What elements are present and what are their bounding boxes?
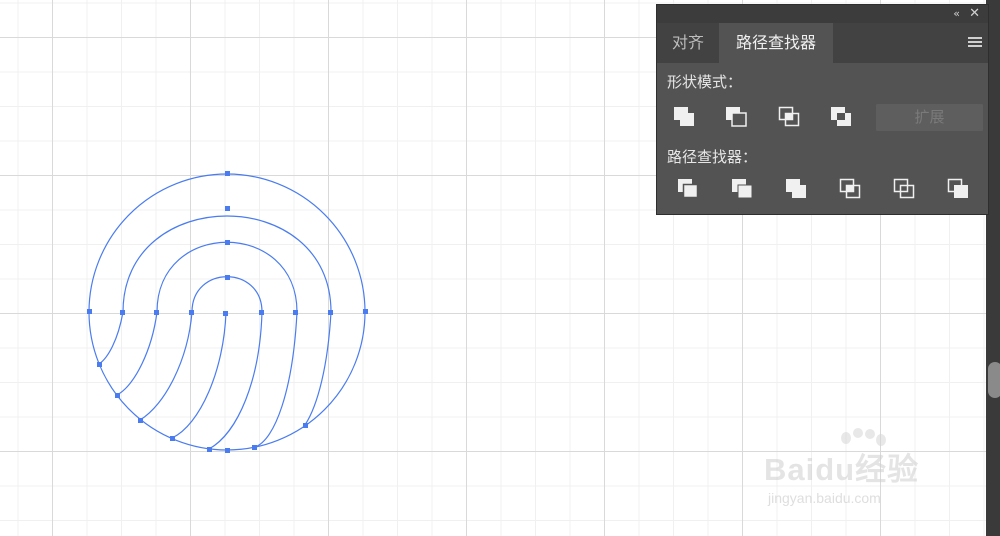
watermark-brand: Baidu经验 [764,452,920,487]
expand-button[interactable]: 扩展 [876,104,983,131]
shape-modes-label: 形状模式： [667,73,743,91]
panel-tab-bar: 对齐 路径查找器 [657,23,988,63]
close-panel-button[interactable]: ✕ [969,6,980,22]
merge-icon[interactable] [784,177,810,201]
panel-title-bar[interactable]: ‹‹ ✕ [657,5,988,23]
scroll-thumb[interactable] [988,362,1000,398]
divide-icon[interactable] [676,177,702,201]
pathfinder-panel: ‹‹ ✕ 对齐 路径查找器 形状模式： 扩展 路径查找器： [656,4,989,215]
minus-back-icon[interactable] [946,177,972,201]
unite-icon[interactable] [672,105,698,129]
outline-icon[interactable] [892,177,918,201]
tab-align[interactable]: 对齐 [657,23,719,63]
collapse-panel-button[interactable]: ‹‹ [953,6,960,22]
hamburger-menu-icon[interactable] [968,37,982,49]
trim-icon[interactable] [730,177,756,201]
exclude-icon[interactable] [829,105,855,129]
tab-pathfinder[interactable]: 路径查找器 [719,23,833,63]
minus-front-icon[interactable] [724,105,750,129]
intersect-icon[interactable] [777,105,803,129]
baidu-jingyan-watermark: Baidu经验 jingyan.baidu.com [764,428,954,518]
crop-icon[interactable] [838,177,864,201]
pathfinders-label: 路径查找器： [667,148,758,166]
watermark-url: jingyan.baidu.com [768,490,881,506]
